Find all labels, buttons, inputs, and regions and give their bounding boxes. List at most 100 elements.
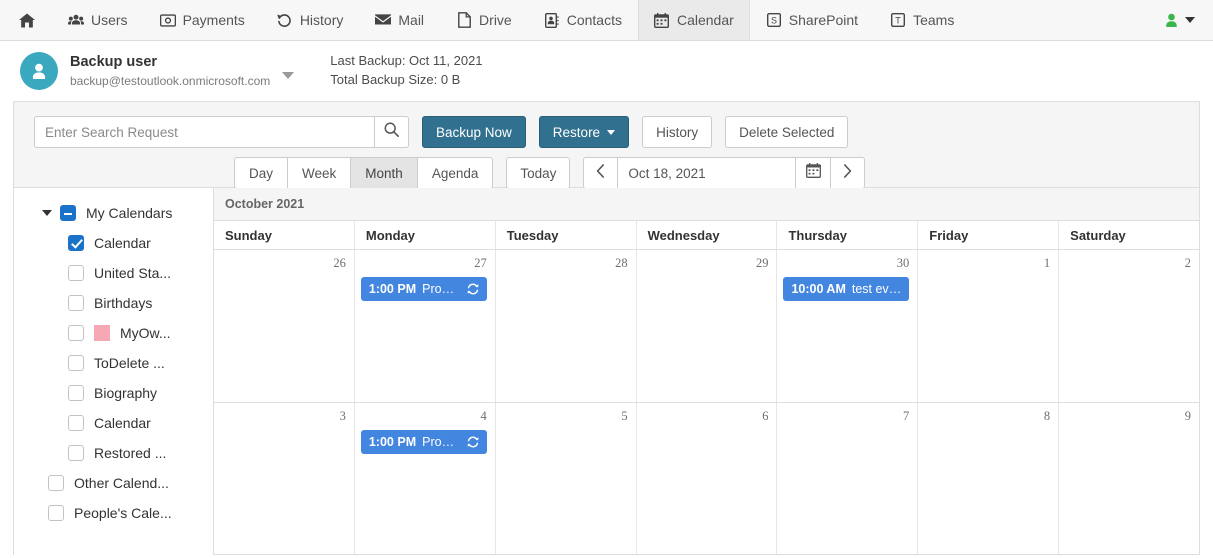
day-cell[interactable]: 4 1:00 PM Prodict... (355, 402, 496, 554)
tree-item-todelete[interactable]: ToDelete ... (14, 348, 213, 378)
calendar-day-headers: Sunday Monday Tuesday Wednesday Thursday… (214, 221, 1199, 250)
checkbox[interactable] (68, 265, 84, 281)
tree-item-myown[interactable]: MyOw... (14, 318, 213, 348)
account-dropdown-caret[interactable] (282, 72, 295, 79)
day-cell[interactable]: 8 (918, 402, 1060, 554)
tree-item-restored[interactable]: Restored ... (14, 438, 213, 468)
tree-item-calendar-1[interactable]: Calendar (14, 228, 213, 258)
day-cell[interactable]: 1 (918, 250, 1060, 402)
day-cell[interactable]: 2 (1059, 250, 1199, 402)
sharepoint-icon: S (766, 12, 782, 28)
history-button[interactable]: History (642, 116, 713, 148)
tree-item-label: Restored ... (94, 445, 167, 461)
day-number: 4 (480, 408, 487, 423)
calendar-picker-icon (805, 163, 821, 183)
next-period-button[interactable] (831, 157, 866, 189)
nav-mail[interactable]: Mail (359, 0, 440, 40)
day-cell[interactable]: 7 (777, 402, 919, 554)
tree-item-other-calendars[interactable]: Other Calend... (14, 468, 213, 498)
view-agenda-button[interactable]: Agenda (416, 157, 494, 189)
calendar-event[interactable]: 10:00 AM test event (783, 277, 910, 301)
day-number: 2 (1184, 256, 1192, 270)
day-cell[interactable]: 27 1:00 PM Prodict... (355, 250, 496, 402)
checkbox[interactable] (68, 445, 84, 461)
calendar-event[interactable]: 1:00 PM Prodict... (360, 277, 487, 301)
day-cell[interactable]: 30 10:00 AM test event (777, 250, 919, 402)
nav-home[interactable] (0, 0, 52, 40)
day-number: 27 (474, 256, 487, 270)
checkbox[interactable] (68, 295, 84, 311)
user-account-menu[interactable] (1153, 0, 1213, 40)
nav-history[interactable]: History (261, 0, 360, 40)
day-number: 9 (1184, 408, 1192, 423)
day-number: 5 (621, 408, 628, 423)
restore-button-label: Restore (552, 124, 601, 140)
day-cell[interactable]: 28 (496, 250, 637, 402)
tree-item-birthdays[interactable]: Birthdays (14, 288, 213, 318)
day-cell[interactable]: 9 (1059, 403, 1199, 555)
nav-contacts[interactable]: Contacts (528, 0, 638, 40)
search-button[interactable] (374, 116, 409, 148)
drive-icon (456, 12, 472, 28)
checkbox[interactable] (68, 325, 84, 341)
search-icon (384, 122, 399, 142)
tree-item-calendar-2[interactable]: Calendar (14, 408, 213, 438)
calendar-event[interactable]: 1:00 PM Prodict... (360, 429, 487, 454)
date-picker-button[interactable] (795, 157, 832, 189)
day-cell[interactable]: 29 (637, 250, 778, 402)
checkbox[interactable] (68, 355, 84, 371)
tree-item-biography[interactable]: Biography (14, 378, 213, 408)
today-button[interactable]: Today (506, 157, 571, 189)
nav-users[interactable]: Users (52, 0, 144, 40)
checkbox-indeterminate[interactable] (60, 205, 76, 221)
chevron-down-icon (1185, 17, 1195, 23)
previous-period-button[interactable] (583, 157, 618, 189)
day-cell[interactable]: 6 (637, 402, 778, 554)
checkbox-checked[interactable] (68, 235, 84, 251)
checkbox[interactable] (48, 505, 64, 521)
nav-drive[interactable]: Drive (440, 0, 528, 40)
account-name: Backup user (70, 54, 158, 71)
restore-button[interactable]: Restore (538, 116, 630, 148)
checkbox[interactable] (48, 475, 64, 491)
nav-label: Users (91, 12, 128, 28)
day-cell[interactable]: 5 (496, 402, 637, 554)
date-input[interactable] (617, 157, 796, 189)
day-header-thursday: Thursday (777, 221, 919, 249)
payments-icon (159, 12, 176, 28)
day-cell[interactable]: 26 (214, 250, 355, 402)
day-number: 3 (339, 408, 346, 423)
main-panel: Backup Now Restore History Delete Select… (13, 101, 1200, 555)
nav-label: Mail (398, 12, 425, 28)
view-day-button[interactable]: Day (234, 157, 288, 189)
nav-teams[interactable]: T Teams (874, 0, 970, 40)
twisty-expanded-icon[interactable] (42, 210, 52, 216)
backup-now-button[interactable]: Backup Now (422, 116, 526, 148)
tree-item-united-states[interactable]: United Sta... (14, 258, 213, 288)
tree-item-peoples-calendars[interactable]: People's Cale... (14, 498, 213, 528)
event-title: Prodict... (422, 434, 461, 449)
tree-item-my-calendars[interactable]: My Calendars (14, 198, 213, 228)
checkbox[interactable] (68, 385, 84, 401)
nav-sharepoint[interactable]: S SharePoint (750, 0, 874, 40)
chevron-left-icon (596, 163, 605, 183)
account-email: backup@testoutlook.onmicrosoft.com (70, 73, 271, 88)
checkbox[interactable] (68, 415, 84, 431)
delete-selected-button[interactable]: Delete Selected (725, 116, 849, 148)
day-cell[interactable]: 3 (214, 402, 355, 554)
search-input[interactable] (34, 116, 374, 148)
day-number: 6 (762, 408, 769, 423)
nav-payments[interactable]: Payments (144, 0, 261, 40)
calendar-weeks: 26 27 1:00 PM Prodict... 28 (214, 250, 1199, 555)
tree-item-label: People's Cale... (74, 505, 172, 521)
nav-label: Drive (479, 12, 512, 28)
view-week-button[interactable]: Week (287, 157, 351, 189)
toolbar: Backup Now Restore History Delete Select… (14, 102, 1199, 189)
nav-calendar[interactable]: Calendar (637, 0, 750, 40)
content-split: My Calendars Calendar United Sta... Birt… (14, 188, 1199, 555)
view-month-button[interactable]: Month (350, 157, 417, 189)
calendar-week-row: 26 27 1:00 PM Prodict... 28 (214, 250, 1199, 403)
day-header-friday: Friday (918, 221, 1060, 249)
account-text: Backup user backup@testoutlook.onmicroso… (70, 53, 270, 88)
